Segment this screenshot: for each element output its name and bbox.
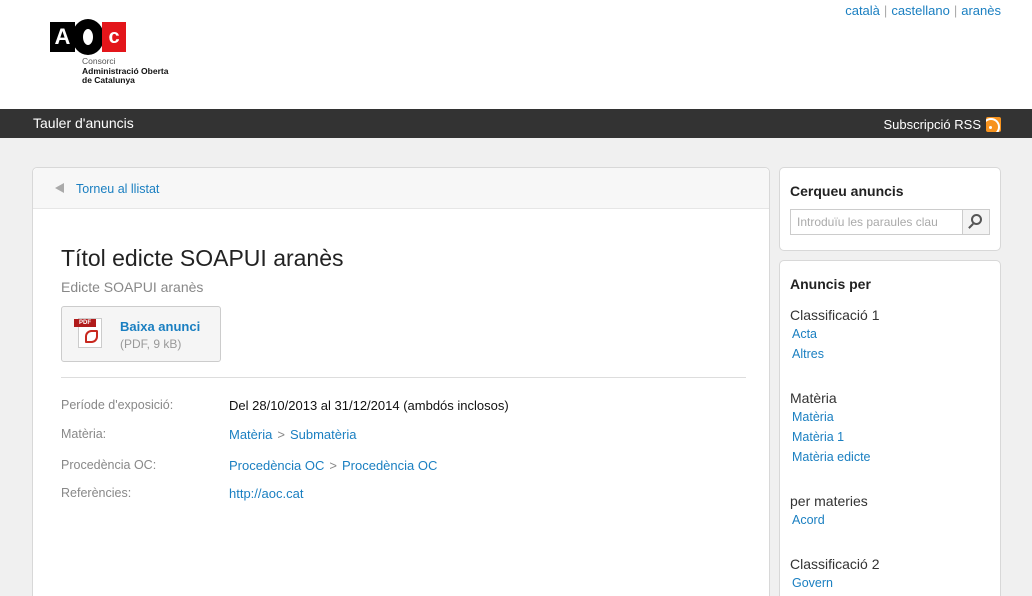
board-title[interactable]: Tauler d'anuncis xyxy=(33,115,134,131)
aoc-logo[interactable]: A c Consorci Administració Oberta de Cat… xyxy=(50,19,168,86)
back-arrow-icon[interactable] xyxy=(55,183,64,193)
references-label: Referències: xyxy=(61,486,132,500)
page-subtitle: Edicte SOAPUI aranès xyxy=(61,279,204,295)
rss-subscription-link[interactable]: Subscripció RSS xyxy=(883,117,1001,132)
period-value: Del 28/10/2013 al 31/12/2014 (ambdós inc… xyxy=(229,398,509,413)
lang-separator: | xyxy=(953,3,958,18)
filter-group-materia: Matèria Matèria Matèria 1 Matèria edicte xyxy=(790,389,871,467)
lang-castellano-link[interactable]: castellano xyxy=(891,3,950,18)
filter-group-classificacio-1: Classificació 1 Acta Altres xyxy=(790,306,879,364)
filter-panel: Anuncis per Classificació 1 Acta Altres … xyxy=(779,260,1001,596)
logo-letter-c: c xyxy=(102,22,126,52)
lang-catala-link[interactable]: català xyxy=(845,3,880,18)
filter-group-title: per materies xyxy=(790,493,868,509)
lang-separator: | xyxy=(883,3,888,18)
logo-mark: A c xyxy=(50,19,126,55)
filter-item-materia-1[interactable]: Matèria 1 xyxy=(792,427,871,447)
origin-value: Procedència OC > Procedència OC xyxy=(229,458,437,473)
subject-value: Matèria > Submatèria xyxy=(229,427,356,442)
lang-aranes-link[interactable]: aranès xyxy=(961,3,1001,18)
references-value: http://aoc.cat xyxy=(229,486,303,501)
logo-text: Consorci Administració Oberta de Catalun… xyxy=(82,56,168,86)
top-bar: Tauler d'anuncis Subscripció RSS xyxy=(0,109,1032,138)
filter-title: Anuncis per xyxy=(790,276,871,292)
filter-item-altres[interactable]: Altres xyxy=(792,344,879,364)
download-announcement-button[interactable]: PDF Baixa anunci (PDF, 9 kB) xyxy=(61,306,221,362)
filter-group-classificacio-2: Classificació 2 Govern xyxy=(790,555,879,593)
sub-origin-link[interactable]: Procedència OC xyxy=(342,458,437,473)
page-title: Títol edicte SOAPUI aranès xyxy=(61,245,344,271)
pdf-icon: PDF xyxy=(74,318,104,352)
back-to-list-link[interactable]: Torneu al llistat xyxy=(76,182,159,196)
rss-icon xyxy=(986,117,1001,132)
search-input[interactable] xyxy=(790,209,962,235)
filter-group-title: Classificació 1 xyxy=(790,307,880,323)
filter-group-title: Classificació 2 xyxy=(790,556,880,572)
rss-label: Subscripció RSS xyxy=(883,117,981,132)
filter-item-acta[interactable]: Acta xyxy=(792,324,879,344)
download-meta: (PDF, 9 kB) xyxy=(120,337,182,351)
breadcrumb-separator: > xyxy=(277,427,285,442)
subject-label: Matèria: xyxy=(61,427,107,441)
filter-item-materia[interactable]: Matèria xyxy=(792,407,871,427)
filter-group-per-materies: per materies Acord xyxy=(790,492,868,530)
site-header: A c Consorci Administració Oberta de Cat… xyxy=(0,0,1032,109)
search-button[interactable] xyxy=(962,209,990,235)
pdf-acrobat-mark xyxy=(85,330,98,343)
origin-label: Procedència OC: xyxy=(61,458,157,472)
back-bar: Torneu al llistat xyxy=(33,168,769,209)
language-switcher: català | castellano | aranès xyxy=(845,3,1001,18)
breadcrumb-separator: > xyxy=(329,458,337,473)
origin-link[interactable]: Procedència OC xyxy=(229,458,324,473)
logo-line-3: de Catalunya xyxy=(82,75,135,85)
subsubject-link[interactable]: Submatèria xyxy=(290,427,356,442)
announcement-panel: Torneu al llistat Títol edicte SOAPUI ar… xyxy=(32,167,770,596)
references-link[interactable]: http://aoc.cat xyxy=(229,486,303,501)
search-panel: Cerqueu anuncis xyxy=(779,167,1001,251)
search-title: Cerqueu anuncis xyxy=(790,183,904,199)
search-icon xyxy=(971,214,982,225)
period-label: Període d'exposició: xyxy=(61,398,174,412)
subject-link[interactable]: Matèria xyxy=(229,427,272,442)
pdf-band: PDF xyxy=(74,319,96,327)
divider xyxy=(61,377,746,378)
filter-item-govern[interactable]: Govern xyxy=(792,573,879,593)
download-label: Baixa anunci xyxy=(120,319,201,334)
filter-group-title: Matèria xyxy=(790,390,837,406)
logo-letter-o xyxy=(72,19,104,55)
filter-item-acord[interactable]: Acord xyxy=(792,510,868,530)
filter-item-materia-edicte[interactable]: Matèria edicte xyxy=(792,447,871,467)
